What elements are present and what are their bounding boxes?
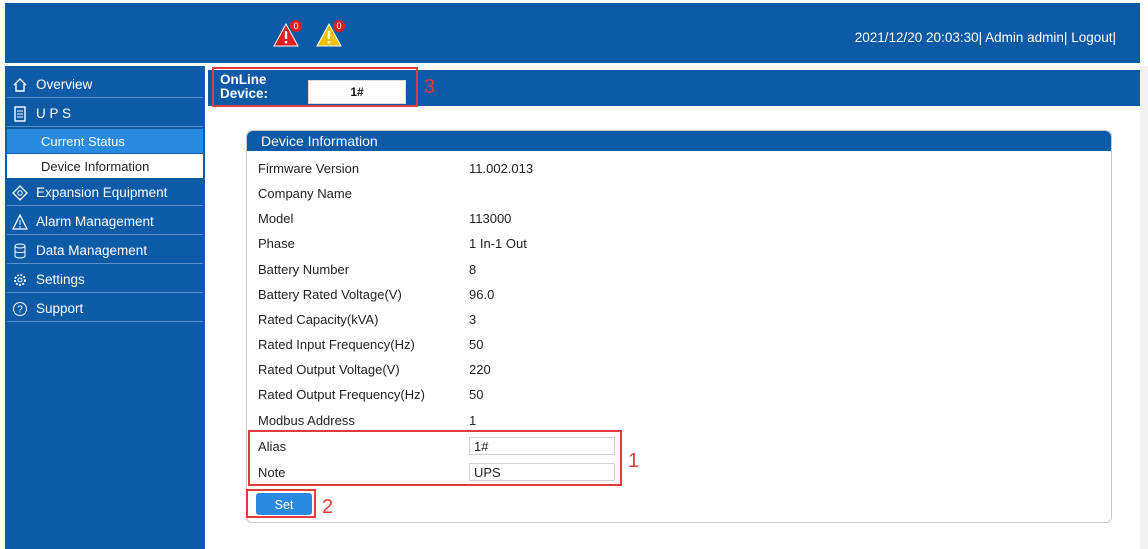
- alias-label: Alias: [258, 439, 287, 454]
- sidebar-item-label: Settings: [36, 272, 85, 287]
- user-name: Admin admin|: [985, 30, 1068, 45]
- help-icon: ?: [12, 301, 28, 317]
- online-device-bar: OnLine Device: 1#: [208, 70, 1140, 106]
- sidebar-item-label: Alarm Management: [36, 214, 154, 229]
- sidebar-item-overview[interactable]: Overview: [7, 72, 203, 98]
- ups-icon: [12, 105, 28, 122]
- gear-icon: [12, 272, 28, 288]
- note-label: Note: [258, 465, 286, 480]
- online-device-label: OnLine Device:: [220, 72, 269, 101]
- sidebar-item-data-management[interactable]: Data Management: [7, 238, 203, 264]
- top-bar: 0 0 2021/12/20 20:03:30| Admin admin| Lo…: [5, 3, 1140, 63]
- svg-text:?: ?: [17, 304, 23, 315]
- datetime: 2021/12/20 20:03:30|: [854, 30, 983, 45]
- top-info: 2021/12/20 20:03:30| Admin admin| Logout…: [855, 30, 1116, 45]
- sidebar-subitem-current-status[interactable]: Current Status: [7, 129, 203, 153]
- critical-alarm-count: 0: [290, 20, 302, 32]
- annotation-number-2: 2: [322, 496, 334, 518]
- sidebar-subitem-device-information[interactable]: Device Information: [7, 154, 203, 178]
- sidebar-item-label: Data Management: [36, 243, 148, 258]
- right-scroll-area: [1140, 66, 1148, 549]
- set-button[interactable]: Set: [256, 493, 312, 515]
- annotation-number-1: 1: [628, 450, 640, 472]
- sidebar-item-expansion-equipment[interactable]: Expansion Equipment: [7, 180, 203, 206]
- sidebar-item-alarm-management[interactable]: Alarm Management: [7, 209, 203, 235]
- sidebar-item-label: U P S: [36, 106, 72, 121]
- device-information-panel: Device Information Firmware Version 11.0…: [246, 130, 1112, 523]
- sidebar-item-label: Support: [36, 301, 84, 316]
- home-icon: [12, 77, 28, 93]
- panel-title: Device Information: [247, 131, 1111, 151]
- note-input[interactable]: [469, 463, 615, 481]
- alias-input[interactable]: [469, 437, 615, 455]
- annotation-number-3: 3: [424, 76, 436, 98]
- sidebar-item-label: Expansion Equipment: [36, 185, 168, 200]
- device-select[interactable]: 1#: [308, 80, 406, 104]
- sidebar-item-label: Overview: [36, 77, 93, 92]
- warning-alarm-count: 0: [333, 20, 345, 32]
- expansion-icon: [12, 184, 28, 201]
- logout-link[interactable]: Logout|: [1071, 30, 1116, 45]
- sidebar-item-support[interactable]: ? Support: [7, 296, 203, 322]
- sidebar-item-ups[interactable]: U P S: [7, 101, 203, 127]
- sidebar: Overview U P S Current Status Device Inf…: [5, 66, 205, 549]
- database-icon: [12, 243, 28, 259]
- critical-alarm-indicator[interactable]: 0: [273, 20, 302, 47]
- warning-alarm-indicator[interactable]: 0: [316, 20, 345, 47]
- alarm-triangle-icon: [12, 213, 28, 230]
- sidebar-item-settings[interactable]: Settings: [7, 267, 203, 293]
